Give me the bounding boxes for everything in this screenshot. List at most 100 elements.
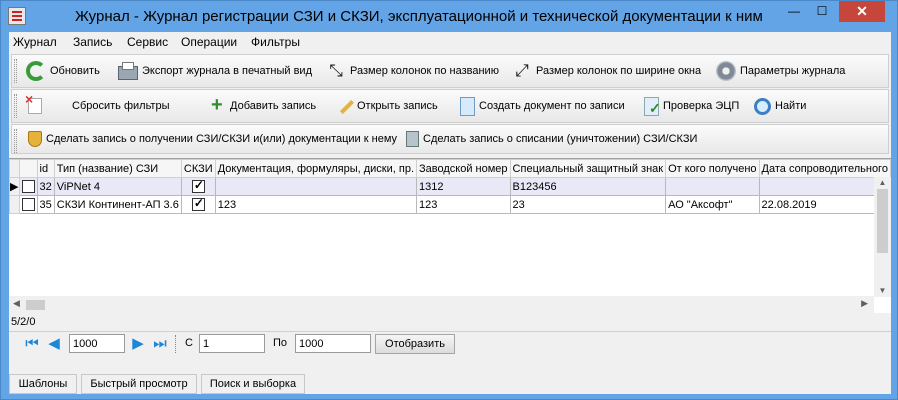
tab-templates[interactable]: Шаблоны bbox=[9, 374, 77, 394]
toolbar-grip[interactable] bbox=[14, 94, 17, 118]
cell-date[interactable] bbox=[758, 177, 892, 196]
find-button[interactable]: Найти bbox=[754, 90, 806, 122]
create-document-label: Создать документ по записи bbox=[479, 100, 625, 112]
row-checkbox[interactable] bbox=[21, 198, 35, 211]
decommission-record-label: Сделать запись о списании (уничтожении) … bbox=[423, 133, 698, 145]
table-row[interactable]: 35 СКЗИ Континент-АП 3.6 123 123 23 АО "… bbox=[9, 195, 892, 214]
create-document-button[interactable]: Создать документ по записи bbox=[460, 90, 625, 122]
first-page-icon[interactable]: ⏮ bbox=[23, 335, 41, 353]
skzi-checkbox[interactable] bbox=[191, 179, 205, 193]
page-size-input[interactable] bbox=[69, 334, 125, 353]
receive-record-button[interactable]: Сделать запись о получении СЗИ/СКЗИ и(ил… bbox=[28, 125, 397, 153]
maximize-button[interactable]: ☐ bbox=[809, 1, 835, 22]
scroll-down-icon[interactable]: ▼ bbox=[874, 285, 891, 297]
next-page-icon[interactable]: ▶ bbox=[129, 335, 147, 353]
to-input[interactable] bbox=[295, 334, 371, 353]
cell-docs[interactable]: 123 bbox=[214, 195, 418, 214]
table-row[interactable]: ▶ 32 ViPNet 4 1312 В123456 bbox=[9, 177, 892, 196]
client-area: Журнал Запись Сервис Операции Фильтры Об… bbox=[9, 32, 892, 394]
scroll-right-icon[interactable]: ▶ bbox=[861, 298, 868, 309]
menu-operations[interactable]: Операции bbox=[181, 35, 237, 49]
gear-icon bbox=[716, 61, 736, 81]
minimize-button[interactable]: — bbox=[781, 1, 807, 22]
column-header-docs[interactable]: Документация, формуляры, диски, пр. bbox=[214, 159, 418, 178]
app-icon bbox=[8, 7, 26, 25]
export-print-button[interactable]: Экспорт журнала в печатный вид bbox=[118, 55, 312, 87]
edit-icon bbox=[337, 98, 353, 114]
print-icon bbox=[118, 61, 138, 80]
scroll-up-icon[interactable]: ▲ bbox=[874, 177, 891, 189]
horizontal-scroll-thumb[interactable] bbox=[26, 300, 45, 310]
vertical-scroll-thumb[interactable] bbox=[877, 189, 888, 253]
cell-id[interactable]: 32 bbox=[36, 177, 55, 196]
cell-date[interactable]: 22.08.2019 bbox=[758, 195, 892, 214]
cell-skzi[interactable] bbox=[180, 177, 216, 196]
reset-filter-icon bbox=[25, 91, 42, 114]
from-input[interactable] bbox=[199, 334, 265, 353]
from-label: С bbox=[185, 337, 193, 349]
toolbar-grip[interactable] bbox=[14, 129, 17, 153]
column-header-id[interactable]: id bbox=[36, 159, 55, 178]
signature-check-button[interactable]: Проверка ЭЦП bbox=[644, 90, 739, 122]
skzi-checkbox[interactable] bbox=[191, 197, 205, 211]
cell-type[interactable]: СКЗИ Континент-АП 3.6 bbox=[53, 195, 182, 214]
toolbar-grip[interactable] bbox=[14, 59, 17, 83]
menu-record[interactable]: Запись bbox=[73, 35, 112, 49]
show-button[interactable]: Отобразить bbox=[375, 334, 455, 354]
tab-search[interactable]: Поиск и выборка bbox=[201, 374, 305, 394]
open-record-label: Открыть запись bbox=[357, 100, 438, 112]
tab-quick-view[interactable]: Быстрый просмотр bbox=[81, 374, 197, 394]
column-header-date[interactable]: Дата сопроводительного bbox=[758, 159, 892, 178]
journal-grid: id Тип (название) СЗИ СКЗИ Документация,… bbox=[9, 158, 892, 313]
fit-columns-by-name-button[interactable]: ⤡ Размер колонок по названию bbox=[326, 55, 499, 87]
refresh-button[interactable]: Обновить bbox=[26, 55, 100, 87]
menu-journal[interactable]: Журнал bbox=[13, 35, 57, 49]
record-count-status: 5/2/0 bbox=[9, 316, 891, 332]
menu-filters[interactable]: Фильтры bbox=[251, 35, 300, 49]
scroll-left-icon[interactable]: ◀ bbox=[13, 298, 20, 309]
prev-page-icon[interactable]: ◀ bbox=[45, 335, 63, 353]
horizontal-scrollbar[interactable]: ◀ ▶ bbox=[9, 296, 874, 313]
row-select-cell[interactable] bbox=[18, 195, 38, 214]
reset-filters-button[interactable]: Сбросить фильтры bbox=[25, 90, 170, 122]
pager-bar: ⏮ ◀ ▶ ⏭ С По Отобразить bbox=[11, 331, 889, 357]
add-record-button[interactable]: Добавить запись bbox=[210, 90, 316, 122]
open-record-button[interactable]: Открыть запись bbox=[337, 90, 438, 122]
cell-id[interactable]: 35 bbox=[36, 195, 55, 214]
row-select-cell[interactable] bbox=[18, 177, 38, 196]
decommission-record-button[interactable]: Сделать запись о списании (уничтожении) … bbox=[406, 125, 697, 153]
cell-skzi[interactable] bbox=[180, 195, 216, 214]
column-header-from[interactable]: От кого получено bbox=[665, 159, 760, 178]
document-icon bbox=[460, 96, 475, 116]
cell-type[interactable]: ViPNet 4 bbox=[53, 177, 182, 196]
row-checkbox[interactable] bbox=[21, 180, 35, 193]
column-header-serial[interactable]: Заводской номер bbox=[416, 159, 511, 178]
menu-bar: Журнал Запись Сервис Операции Фильтры bbox=[9, 32, 891, 52]
menu-service[interactable]: Сервис bbox=[127, 35, 168, 49]
fit-columns-by-width-label: Размер колонок по ширине окна bbox=[536, 65, 702, 77]
vertical-scrollbar[interactable]: ▲ ▼ bbox=[874, 177, 891, 297]
trash-icon bbox=[406, 131, 419, 147]
cell-serial[interactable]: 1312 bbox=[416, 177, 511, 196]
row-header-corner bbox=[9, 159, 20, 178]
cell-serial[interactable]: 123 bbox=[416, 195, 511, 214]
column-header-skzi[interactable]: СКЗИ bbox=[180, 159, 216, 178]
shield-icon bbox=[28, 131, 42, 147]
column-header-type[interactable]: Тип (название) СЗИ bbox=[53, 159, 182, 178]
cell-mark[interactable]: 23 bbox=[509, 195, 667, 214]
column-header-select[interactable] bbox=[18, 159, 38, 178]
cell-mark[interactable]: В123456 bbox=[509, 177, 667, 196]
app-window: Журнал - Журнал регистрации СЗИ и СКЗИ, … bbox=[0, 0, 898, 400]
window-title: Журнал - Журнал регистрации СЗИ и СКЗИ, … bbox=[75, 8, 763, 25]
fit-columns-by-width-button[interactable]: ⤢ Размер колонок по ширине окна bbox=[512, 55, 701, 87]
cell-from[interactable] bbox=[665, 177, 760, 196]
title-bar[interactable]: Журнал - Журнал регистрации СЗИ и СКЗИ, … bbox=[1, 1, 897, 31]
last-page-icon[interactable]: ⏭ bbox=[151, 335, 169, 353]
cell-from[interactable]: АО "Аксофт" bbox=[665, 195, 760, 214]
bottom-tabs: Шаблоны Быстрый просмотр Поиск и выборка bbox=[9, 374, 891, 394]
journal-settings-button[interactable]: Параметры журнала bbox=[716, 55, 845, 87]
close-button[interactable]: ✕ bbox=[839, 1, 885, 22]
cell-docs[interactable] bbox=[214, 177, 418, 196]
find-label: Найти bbox=[775, 100, 807, 112]
column-header-mark[interactable]: Специальный защитный знак bbox=[509, 159, 667, 178]
